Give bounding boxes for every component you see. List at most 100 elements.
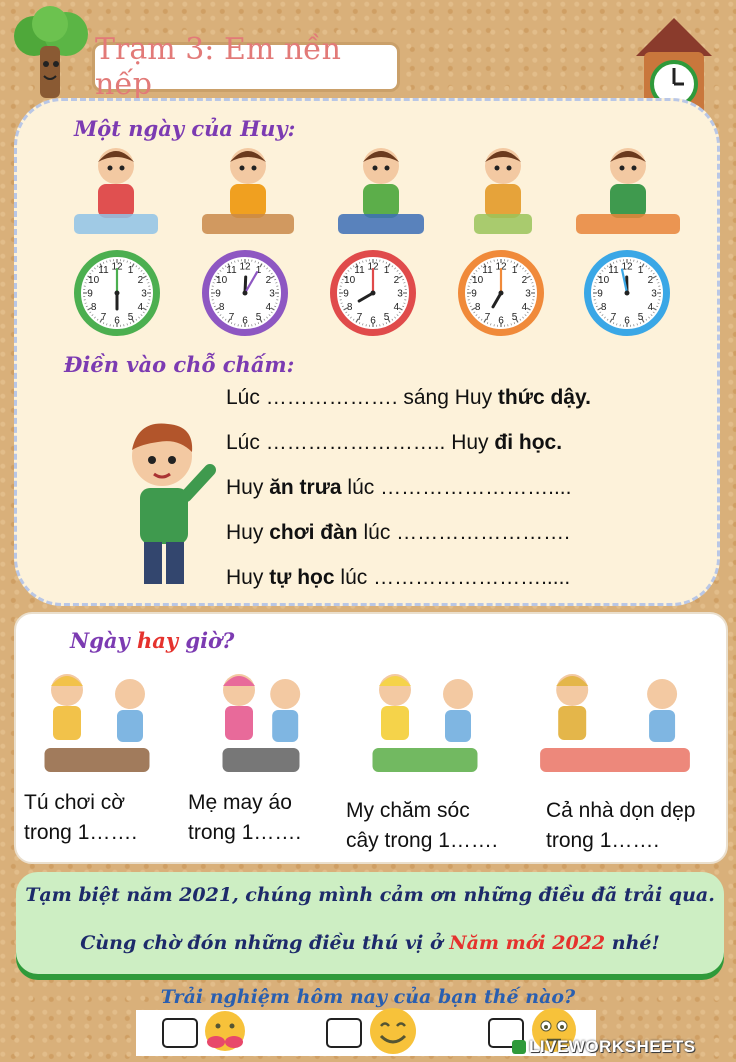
svg-text:8: 8 — [475, 302, 481, 313]
svg-text:3: 3 — [397, 289, 403, 300]
clock-4: 12 1 2 3 4 5 6 7 8 9 10 11 — [458, 250, 544, 336]
boy-playing-guitar-icon — [198, 136, 298, 242]
svg-text:9: 9 — [471, 289, 477, 300]
svg-text:11: 11 — [608, 265, 619, 276]
svg-text:10: 10 — [216, 275, 228, 286]
svg-text:11: 11 — [354, 265, 365, 276]
svg-text:1: 1 — [512, 265, 518, 276]
svg-text:12: 12 — [239, 262, 251, 273]
heading-part-3: giờ? — [178, 628, 235, 653]
svg-text:1: 1 — [638, 265, 644, 276]
fill-line-3[interactable]: Huy ăn trưa lúc …………………….... — [226, 476, 571, 500]
svg-text:8: 8 — [601, 302, 607, 313]
svg-text:7: 7 — [229, 312, 235, 323]
fill-text-a: Huy — [226, 566, 270, 589]
svg-text:7: 7 — [611, 312, 617, 323]
svg-text:6: 6 — [624, 316, 630, 327]
boy-walking-to-school-icon — [470, 136, 536, 242]
svg-text:6: 6 — [242, 316, 248, 327]
day-or-hour-heading: Ngày hay giờ? — [70, 628, 234, 653]
svg-text:7: 7 — [357, 312, 363, 323]
svg-text:6: 6 — [498, 316, 504, 327]
brand-logo: LIVEWORKSHEETS — [512, 1036, 734, 1058]
svg-text:8: 8 — [219, 302, 225, 313]
fill-text-bold: đi học. — [494, 431, 563, 454]
svg-text:5: 5 — [128, 312, 134, 323]
fill-text-bold: ăn trưa — [269, 476, 342, 499]
fill-text-c: lúc ……………………..... — [334, 566, 571, 589]
svg-text:4: 4 — [138, 302, 144, 313]
svg-text:3: 3 — [651, 289, 657, 300]
fill-text-bold: chơi đàn — [269, 521, 358, 544]
svg-text:2: 2 — [522, 275, 528, 286]
svg-text:5: 5 — [638, 312, 644, 323]
svg-text:10: 10 — [344, 275, 356, 286]
svg-text:9: 9 — [343, 289, 349, 300]
fill-text-bold: thức dậy. — [497, 386, 591, 409]
svg-text:5: 5 — [256, 312, 262, 323]
clock-3: 12 1 2 3 4 5 6 7 8 9 10 11 — [330, 250, 416, 336]
svg-text:11: 11 — [482, 265, 493, 276]
svg-text:10: 10 — [88, 275, 100, 286]
farewell-line-1: Tạm biệt năm 2021, chúng mình cảm ơn nhữ… — [25, 884, 715, 906]
fill-line-4[interactable]: Huy chơi đàn lúc ……………………. — [226, 521, 570, 545]
smiling-face-icon — [368, 1006, 418, 1061]
fill-line-2[interactable]: Lúc …………………….. Huy đi học. — [226, 431, 562, 455]
boy-waking-in-bed-icon — [70, 136, 162, 242]
svg-text:4: 4 — [522, 302, 528, 313]
brand-mark-icon — [512, 1040, 526, 1054]
svg-text:9: 9 — [597, 289, 603, 300]
mother-sewing-icon — [206, 662, 316, 784]
fill-text-a: Huy — [226, 521, 270, 544]
boy-eating-lunch-icon — [572, 136, 684, 242]
heading-part-1: Ngày — [70, 628, 137, 653]
hugging-face-icon — [202, 1008, 248, 1059]
svg-text:10: 10 — [598, 275, 610, 286]
clock-5: 12 1 2 3 4 5 6 7 8 9 10 11 — [584, 250, 670, 336]
farewell-text-a: Cùng chờ đón những điều thú vị ở — [80, 932, 450, 954]
boy-studying-at-desk-icon — [334, 136, 428, 242]
activity-caption-1[interactable]: Tú chơi cờ trong 1……. — [24, 788, 137, 848]
svg-text:9: 9 — [215, 289, 221, 300]
activity-caption-4[interactable]: Cả nhà dọn dẹp trong 1……. — [546, 796, 695, 856]
feedback-checkbox-1[interactable] — [162, 1018, 198, 1048]
clock-1: 12 1 2 3 4 5 6 7 8 9 10 11 — [74, 250, 160, 336]
svg-text:7: 7 — [101, 312, 107, 323]
fill-text-c: lúc …………………….... — [341, 476, 572, 499]
svg-text:2: 2 — [648, 275, 654, 286]
feedback-checkbox-2[interactable] — [326, 1018, 362, 1048]
activity-caption-2[interactable]: Mẹ may áo trong 1……. — [188, 788, 301, 848]
fill-text-a: Lúc …………………….. Huy — [226, 431, 495, 454]
page-title: Trạm 3: Em nền nếp — [92, 32, 400, 102]
boy-pointing-icon — [118, 416, 218, 592]
svg-text:3: 3 — [269, 289, 275, 300]
svg-text:2: 2 — [394, 275, 400, 286]
feedback-question: Trải nghiệm hôm nay của bạn thế nào? — [160, 986, 576, 1008]
svg-text:8: 8 — [347, 302, 353, 313]
svg-text:7: 7 — [485, 312, 491, 323]
kids-playing-chess-icon — [22, 662, 172, 784]
farewell-text-c: nhé! — [605, 932, 660, 954]
svg-text:10: 10 — [472, 275, 484, 286]
brand-text: LIVEWORKSHEETS — [529, 1037, 696, 1056]
activity-caption-3[interactable]: My chăm sóc cây trong 1……. — [346, 796, 498, 856]
svg-text:3: 3 — [525, 289, 531, 300]
svg-text:4: 4 — [394, 302, 400, 313]
svg-text:8: 8 — [91, 302, 97, 313]
heading-part-2: hay — [137, 628, 179, 653]
girl-watering-plants-icon — [350, 662, 500, 784]
fill-text-bold: tự học — [269, 566, 335, 589]
svg-text:1: 1 — [128, 265, 134, 276]
clock-2: 12 1 2 3 4 5 6 7 8 9 10 11 — [202, 250, 288, 336]
svg-text:6: 6 — [370, 316, 376, 327]
svg-text:6: 6 — [114, 316, 120, 327]
svg-text:2: 2 — [266, 275, 272, 286]
svg-text:4: 4 — [266, 302, 272, 313]
new-year-text: Năm mới 2022 — [449, 932, 606, 954]
fill-line-1[interactable]: Lúc ………………. sáng Huy thức dậy. — [226, 386, 591, 410]
svg-text:3: 3 — [141, 289, 147, 300]
fill-heading: Điền vào chỗ chấm: — [64, 352, 295, 377]
fill-text-a: Huy — [226, 476, 270, 499]
svg-text:11: 11 — [98, 265, 109, 276]
fill-line-5[interactable]: Huy tự học lúc ……………………..... — [226, 566, 570, 590]
